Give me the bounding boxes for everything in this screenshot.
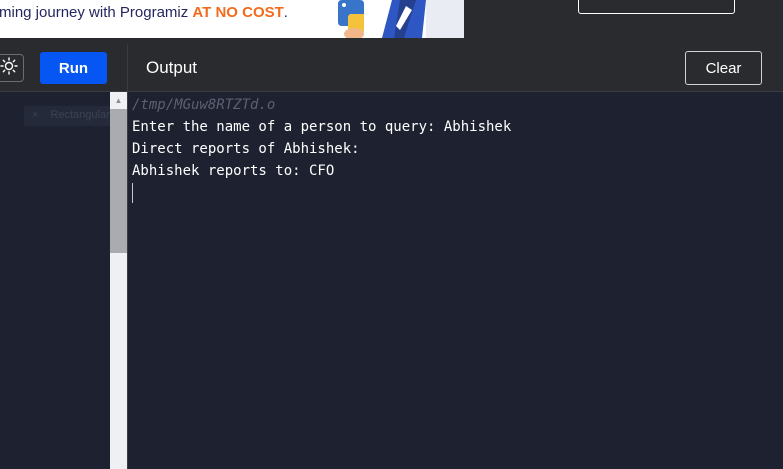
editor-scrollbar[interactable]: ▲ (110, 92, 127, 469)
output-console[interactable]: /tmp/MGuw8RTZTd.o Enter the name of a pe… (128, 92, 783, 469)
close-icon: × (32, 109, 39, 121)
scroll-up-icon[interactable]: ▲ (110, 92, 127, 109)
output-line: Direct reports of Abhishek: (132, 141, 360, 157)
output-line: Abhishek reports to: CFO (132, 163, 335, 179)
banner-text-main: ming journey with Programiz (0, 4, 193, 21)
toolbar-divider (127, 44, 128, 92)
output-file-path: /tmp/MGuw8RTZTd.o (132, 97, 276, 113)
clear-button[interactable]: Clear (685, 51, 762, 85)
top-right-button[interactable] (578, 0, 735, 14)
banner-text: ming journey with Programiz AT NO COST. (0, 4, 288, 21)
editor-hint-chip: × Rectangular S (24, 106, 110, 126)
banner-text-end: . (283, 4, 288, 21)
run-button[interactable]: Run (40, 52, 107, 84)
top-strip: ming journey with Programiz AT NO COST. (0, 0, 783, 44)
output-title: Output (146, 58, 198, 77)
output-line: Enter the name of a person to query: Abh… (132, 119, 512, 135)
promo-banner[interactable]: ming journey with Programiz AT NO COST. (0, 0, 464, 38)
toolbar: Run Output Clear (0, 44, 783, 92)
sun-icon (0, 56, 18, 80)
scroll-thumb[interactable] (110, 109, 127, 253)
editor-hint-text: Rectangular S (50, 109, 110, 121)
banner-highlight: AT NO COST (192, 4, 284, 21)
code-editor[interactable]: × Rectangular S (0, 92, 110, 469)
banner-illustration (330, 0, 464, 38)
theme-toggle-button[interactable] (0, 54, 24, 82)
text-cursor (132, 183, 133, 203)
